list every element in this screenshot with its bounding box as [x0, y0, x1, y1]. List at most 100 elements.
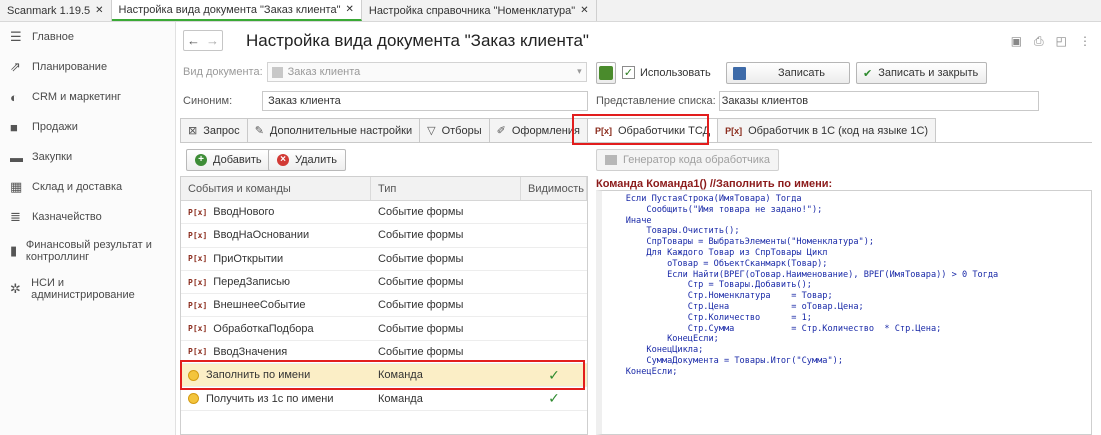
command-icon — [188, 393, 199, 405]
sidebar-item-main[interactable]: ☰ Главное — [0, 22, 175, 52]
generator-label: Генератор кода обработчика — [623, 154, 771, 166]
table-row-selected[interactable]: Заполнить по имени Команда ✓ — [181, 364, 587, 388]
sidebar-item-crm[interactable]: ◐ CRM и маркетинг — [0, 82, 175, 112]
sidebar-item-treasury[interactable]: ≣ Казначейство — [0, 202, 175, 232]
close-icon[interactable]: ✕ — [345, 4, 353, 15]
list-repr-label: Представление списка: — [596, 95, 716, 107]
sidebar-item-sales[interactable]: ■ Продажи — [0, 112, 175, 142]
window-tab-scanmark[interactable]: Scanmark 1.19.5 ✕ — [0, 0, 112, 21]
delete-icon: × — [277, 154, 289, 166]
back-arrow-icon[interactable]: ← — [187, 33, 200, 48]
synonym-row: Синоним: Заказ клиента — [183, 91, 589, 111]
wrench-icon: ✎ — [254, 125, 264, 137]
sidebar-item-label: Закупки — [32, 151, 73, 163]
tab-1c-handler[interactable]: P[x] Обработчик в 1С (код на языке 1С) — [717, 118, 937, 142]
table-row[interactable]: Получить из 1с по имени Команда ✓ — [181, 387, 587, 411]
row-type: Команда — [378, 392, 423, 405]
sidebar-item-planning[interactable]: ⇗ Планирование — [0, 52, 175, 82]
row-visibility — [521, 224, 587, 246]
row-type: Команда — [378, 369, 423, 382]
close-icon[interactable]: ✕ — [580, 5, 588, 16]
use-checkbox[interactable]: ✓ — [622, 66, 635, 79]
synonym-value: Заказ клиента — [268, 95, 341, 107]
handler-icon: P[x] — [188, 230, 208, 240]
row-name: ВнешнееСобытие — [213, 299, 306, 312]
sidebar-item-finance[interactable]: ▮ Финансовый результат и контроллинг — [0, 232, 175, 270]
sidebar-item-label: Главное — [32, 31, 75, 43]
window-tab-doc-settings[interactable]: Настройка вида документа "Заказ клиента"… — [111, 0, 362, 21]
tab-additional-settings[interactable]: ✎ Дополнительные настройки — [246, 118, 421, 142]
tab-appearance[interactable]: ✐ Оформления — [488, 118, 588, 142]
table-row[interactable]: P[x] ВводНового Событие формы — [181, 201, 587, 225]
window-tab-catalog-settings[interactable]: Настройка справочника "Номенклатура" ✕ — [362, 0, 597, 21]
table-header: События и команды Тип Видимость — [181, 177, 587, 201]
form-header: ← → Настройка вида документа "Заказ клие… — [183, 30, 589, 51]
table-row[interactable]: P[x] ПередЗаписью Событие формы — [181, 271, 587, 295]
query-icon: ⊠ — [188, 125, 198, 137]
row-type: Событие формы — [378, 276, 464, 289]
code-generator-button[interactable]: Генератор кода обработчика — [596, 149, 780, 171]
column-header[interactable]: Тип — [371, 177, 521, 200]
save-button[interactable]: Записать — [726, 62, 850, 84]
handler-icon: P[x] — [594, 125, 612, 136]
filter-icon: ▽ — [427, 125, 436, 137]
list-repr-value: Заказы клиентов — [721, 95, 809, 107]
tab-query[interactable]: ⊠ Запрос — [180, 118, 248, 142]
row-name: ВводНового — [213, 206, 275, 219]
sidebar-item-admin[interactable]: ✲ НСИ и администрирование — [0, 270, 175, 308]
handler-icon: P[x] — [188, 347, 208, 357]
sidebar-item-warehouse[interactable]: ▦ Склад и доставка — [0, 172, 175, 202]
row-type: Событие формы — [378, 252, 464, 265]
doc-type-label: Вид документа: — [183, 66, 263, 78]
chevron-down-icon[interactable]: ▾ — [577, 66, 582, 77]
table-row[interactable]: P[x] ПриОткрытии Событие формы — [181, 248, 587, 271]
row-visibility: ✓ — [548, 390, 560, 407]
synonym-input[interactable]: Заказ клиента — [262, 91, 589, 111]
row-visibility — [521, 341, 587, 363]
table-row[interactable]: P[x] ВводНаОсновании Событие формы — [181, 224, 587, 248]
forward-arrow-icon[interactable]: → — [206, 33, 219, 48]
handler-icon: P[x] — [188, 207, 208, 217]
sidebar-item-purchases[interactable]: ▬ Закупки — [0, 142, 175, 172]
crm-icon: ◐ — [10, 89, 18, 105]
table-row[interactable]: P[x] ВводЗначения Событие формы — [181, 341, 587, 365]
warehouse-icon: ▦ — [10, 179, 23, 194]
add-button[interactable]: + Добавить — [186, 149, 271, 171]
table-row[interactable]: P[x] ОбработкаПодбора Событие формы — [181, 317, 587, 341]
sidebar-item-label: Казначейство — [32, 211, 102, 223]
save-and-close-button[interactable]: ✔ Записать и закрыть — [856, 62, 987, 84]
save-icon[interactable]: ▣ — [1011, 34, 1022, 49]
column-header[interactable]: Видимость — [521, 177, 587, 200]
sidebar-item-label: Продажи — [32, 121, 78, 133]
tool-button[interactable] — [596, 62, 616, 84]
print-icon[interactable]: ⎙ — [1034, 34, 1044, 49]
menu-icon: ☰ — [10, 29, 22, 44]
more-icon[interactable]: ⋮ — [1079, 34, 1091, 49]
money-icon: ≣ — [10, 209, 21, 224]
code-text[interactable]: Если ПустаяСтрока(ИмяТовара) Тогда Сообщ… — [602, 191, 1091, 378]
delete-button[interactable]: × Удалить — [268, 149, 346, 171]
close-icon[interactable]: ✕ — [95, 5, 103, 16]
document-icon — [599, 66, 613, 80]
code-editor[interactable]: Если ПустаяСтрока(ИмяТовара) Тогда Сообщ… — [596, 190, 1092, 435]
column-header[interactable]: События и команды — [181, 177, 371, 200]
bars-icon: ▮ — [10, 243, 18, 258]
form-tabs: ⊠ Запрос ✎ Дополнительные настройки ▽ Отбор… — [180, 118, 937, 142]
row-name: ВводНаОсновании — [213, 229, 310, 242]
tab-label: Дополнительные настройки — [269, 124, 413, 137]
tab-filters[interactable]: ▽ Отборы — [419, 118, 490, 142]
row-visibility — [521, 317, 587, 339]
row-name: ПриОткрытии — [213, 252, 284, 265]
sidebar: ☰ Главное ⇗ Планирование ◐ CRM и маркетинг … — [0, 22, 176, 435]
plus-icon: + — [195, 154, 207, 166]
save-and-close-label: Записать и закрыть — [878, 67, 979, 79]
list-repr-input[interactable]: Заказы клиентов — [718, 91, 1039, 111]
handler-icon: P[x] — [188, 300, 208, 310]
tab-tsd-handlers[interactable]: P[x] Обработчики ТСД — [586, 118, 719, 142]
preview-icon[interactable]: ◰ — [1056, 34, 1067, 49]
table-row[interactable]: P[x] ВнешнееСобытие Событие формы — [181, 294, 587, 318]
tab-label: Отборы — [441, 124, 482, 137]
doc-type-field: Заказ клиента ▾ — [266, 62, 587, 82]
sidebar-item-label: Планирование — [32, 61, 108, 73]
doc-icon — [271, 66, 283, 78]
